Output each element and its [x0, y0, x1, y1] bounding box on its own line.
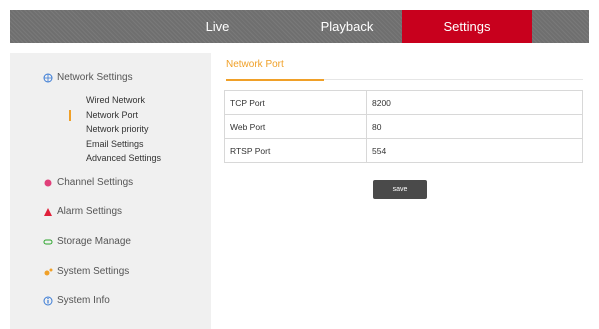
tab-live[interactable]: Live — [190, 10, 245, 43]
info-icon — [43, 296, 53, 306]
tab-settings[interactable]: Settings — [402, 10, 532, 43]
active-item-indicator — [69, 110, 71, 121]
tcp-port-input[interactable]: 8200 — [366, 90, 583, 115]
sidebar-item-channel-settings[interactable]: Channel Settings — [43, 177, 133, 188]
title-divider-accent — [226, 79, 324, 81]
rtsp-port-input[interactable]: 554 — [366, 138, 583, 163]
sidebar-item-label: System Settings — [57, 266, 130, 277]
web-port-input[interactable]: 80 — [366, 114, 583, 139]
sidebar-item-label: Network Settings — [57, 72, 133, 83]
table-row: RTSP Port 554 — [224, 138, 583, 163]
channel-icon — [43, 178, 53, 188]
web-port-label: Web Port — [224, 114, 367, 139]
sidebar-item-system-settings[interactable]: System Settings — [43, 266, 129, 277]
sidebar-item-storage-manage[interactable]: Storage Manage — [43, 236, 131, 247]
alarm-icon — [43, 207, 53, 217]
tab-playback[interactable]: Playback — [307, 10, 387, 43]
table-row: Web Port 80 — [224, 114, 583, 139]
port-settings-table: TCP Port 8200 Web Port 80 RTSP Port 554 — [224, 90, 583, 163]
sidebar-subitem-advanced-settings[interactable]: Advanced Settings — [86, 153, 161, 163]
sidebar-item-network-settings[interactable]: Network Settings — [43, 72, 133, 83]
top-nav-bar: Live Playback Settings — [10, 10, 589, 43]
sidebar-item-label: Channel Settings — [57, 177, 134, 188]
tcp-port-label: TCP Port — [224, 90, 367, 115]
sidebar-subitem-network-priority[interactable]: Network priority — [86, 124, 149, 134]
save-button[interactable]: save — [373, 180, 427, 199]
sidebar-subitem-email-settings[interactable]: Email Settings — [86, 139, 144, 149]
settings-sidebar: Network Settings Wired Network Network P… — [10, 53, 211, 329]
storage-icon — [43, 237, 53, 247]
rtsp-port-label: RTSP Port — [224, 138, 367, 163]
sidebar-item-label: Alarm Settings — [57, 206, 123, 217]
sidebar-item-label: Storage Manage — [57, 236, 131, 247]
sidebar-subitem-wired-network[interactable]: Wired Network — [86, 95, 145, 105]
sidebar-item-alarm-settings[interactable]: Alarm Settings — [43, 206, 122, 217]
sidebar-item-system-info[interactable]: System Info — [43, 295, 110, 306]
network-icon — [43, 73, 53, 83]
sidebar-subitem-network-port[interactable]: Network Port — [86, 110, 138, 120]
table-row: TCP Port 8200 — [224, 90, 583, 115]
page-title: Network Port — [226, 59, 284, 70]
system-gear-icon — [43, 267, 53, 277]
sidebar-item-label: System Info — [57, 295, 110, 306]
